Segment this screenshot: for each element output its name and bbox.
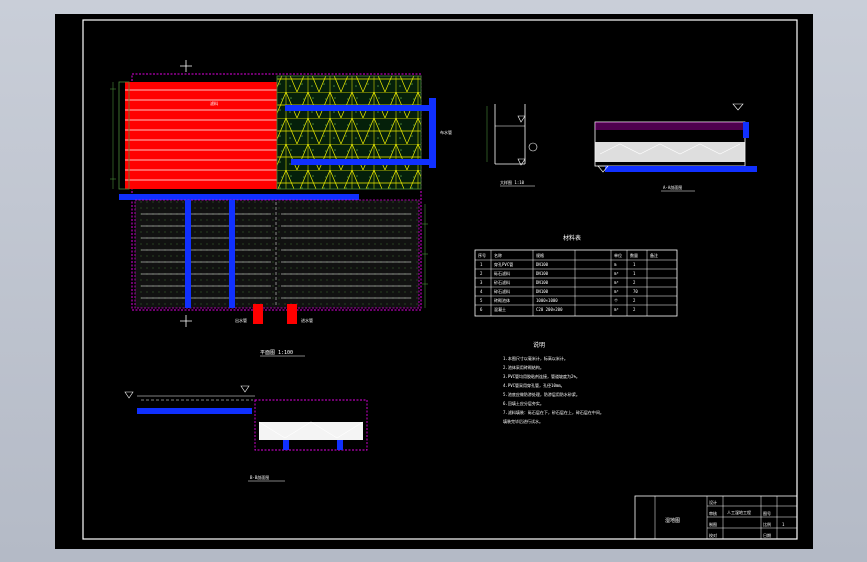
table-cell: 个 bbox=[614, 298, 618, 303]
lower-bed bbox=[134, 199, 420, 309]
left-outlet-label: 出水管 bbox=[235, 317, 247, 323]
table-cell: DN100 bbox=[536, 289, 549, 294]
section-right-pipe bbox=[605, 166, 757, 172]
table-cell: m³ bbox=[614, 271, 619, 276]
red-zone-label: 滤料 bbox=[210, 100, 218, 106]
table-cell: 1 bbox=[633, 271, 636, 276]
title-project: 人工湿地工程 bbox=[727, 509, 751, 515]
table-cell: C20 200×200 bbox=[536, 307, 563, 312]
plan-view: 滤料 出水管 进水管 布水管 平面图 1:100 bbox=[110, 60, 452, 357]
vertical-pipe-b bbox=[229, 200, 235, 308]
title-sheet: 1 bbox=[782, 522, 785, 527]
table-cell: 2 bbox=[633, 298, 636, 303]
notes-block: 说明 1.本图尺寸以毫米计，标高以米计。 2.池体采用砖砌结构。 3.PVC管均用胶… bbox=[503, 341, 604, 424]
section-bottom-caption: B-B剖面图 bbox=[250, 474, 269, 480]
table-header: 数量 bbox=[630, 252, 638, 258]
table-cell: 混凝土 bbox=[494, 306, 506, 312]
table-cell: 1 bbox=[633, 262, 636, 267]
red-filter-zone bbox=[125, 82, 277, 189]
table-cell: DN100 bbox=[536, 280, 549, 285]
detail-caption: 大样图 1:10 bbox=[500, 179, 525, 185]
riser-pipe bbox=[429, 98, 436, 168]
title-block: 湿地图 人工湿地工程 1 设计审核制图校对 图号比例日期 bbox=[634, 495, 798, 540]
cad-viewport[interactable]: 滤料 出水管 进水管 布水管 平面图 1:100 大样图 1:10 A-A剖面图… bbox=[55, 14, 813, 549]
outlet-box-right bbox=[287, 304, 297, 324]
table-cell: DN100 bbox=[536, 262, 549, 267]
table-cell: 2 bbox=[480, 271, 483, 276]
table-header: 单位 bbox=[614, 252, 622, 258]
section-bottom-pipe bbox=[137, 408, 252, 414]
title-block-field: 设计 bbox=[709, 499, 717, 505]
north-marker-bottom bbox=[180, 315, 192, 327]
table-cell: 2 bbox=[633, 280, 636, 285]
distribution-pipe-lower bbox=[291, 159, 431, 165]
north-marker-top bbox=[180, 60, 192, 72]
section-right-view: A-A剖面图 bbox=[594, 103, 757, 192]
title-block-field: 日期 bbox=[763, 532, 771, 538]
title-block-field: 制图 bbox=[709, 521, 717, 527]
table-cell: 4 bbox=[480, 289, 483, 294]
section-bottom-view: B-B剖面图 bbox=[124, 385, 368, 482]
table-cell: 6 bbox=[480, 307, 483, 312]
detail-view: 大样图 1:10 bbox=[486, 104, 538, 187]
title-block-field: 校对 bbox=[709, 532, 717, 538]
table-cell: 碎石滤料 bbox=[494, 288, 510, 294]
table-cell: m bbox=[614, 262, 617, 267]
table-cell: 砾石滤料 bbox=[494, 270, 510, 276]
table-cell: 1 bbox=[480, 262, 483, 267]
table-cell: 5 bbox=[480, 298, 483, 303]
table-header: 名称 bbox=[494, 252, 502, 258]
table-title: 材料表 bbox=[563, 234, 581, 242]
note-line: 7.滤料填装：砾石层在下，砂石层在上，碎石层在中间。 bbox=[503, 409, 604, 415]
note-line: 填装完毕后进行试水。 bbox=[503, 418, 543, 424]
title-block-field: 审核 bbox=[709, 510, 717, 516]
note-line: 1.本图尺寸以毫米计，标高以米计。 bbox=[503, 355, 568, 361]
table-header: 备注 bbox=[650, 252, 658, 258]
vertical-pipe-a bbox=[185, 200, 191, 308]
right-side-label: 布水管 bbox=[440, 129, 452, 135]
table-cell: 穿孔PVC管 bbox=[494, 261, 513, 267]
material-table: 材料表 序号 名称 规格 单位 数量 备注 1 穿孔PVC管 DN100 m 1 2 砾石滤料 DN100… bbox=[474, 234, 678, 317]
table-cell: 砖砌池体 bbox=[494, 297, 510, 303]
outlet-box-left bbox=[253, 304, 263, 324]
note-line: 2.池体采用砖砌结构。 bbox=[503, 364, 544, 370]
title-block-field: 比例 bbox=[763, 521, 771, 527]
table-cell: m³ bbox=[614, 307, 619, 312]
note-line: 3.PVC管均用胶粘剂连接，管道坡度为2%。 bbox=[503, 373, 580, 379]
table-cell: DN100 bbox=[536, 271, 549, 276]
plan-caption: 平面图 1:100 bbox=[260, 350, 293, 356]
collector-pipe bbox=[119, 194, 359, 200]
table-cell: 3 bbox=[480, 280, 483, 285]
truss-mesh-zone bbox=[276, 75, 422, 190]
title-drawing-name: 湿地图 bbox=[665, 517, 680, 524]
note-line: 5.池底应做防渗处理，防渗层用防水砂浆。 bbox=[503, 391, 580, 397]
note-line: 4.PVC管采用穿孔管，孔径10mm。 bbox=[503, 382, 565, 388]
table-header: 规格 bbox=[536, 252, 544, 258]
section-right-caption: A-A剖面图 bbox=[663, 184, 682, 190]
table-cell: 70 bbox=[633, 289, 638, 294]
title-block-field: 图号 bbox=[763, 510, 771, 516]
table-cell: m³ bbox=[614, 289, 619, 294]
distribution-pipe-upper bbox=[285, 105, 435, 111]
table-header: 序号 bbox=[478, 252, 486, 258]
note-line: 6.回填土应分层夯实。 bbox=[503, 400, 544, 406]
right-inlet-label: 进水管 bbox=[301, 317, 313, 323]
table-cell: 2 bbox=[633, 307, 636, 312]
cad-drawing-sheet[interactable]: 滤料 出水管 进水管 布水管 平面图 1:100 大样图 1:10 A-A剖面图… bbox=[55, 14, 813, 549]
table-cell: 1000×1000 bbox=[536, 298, 558, 303]
table-cell: 砂石滤料 bbox=[494, 279, 510, 285]
table-cell: m³ bbox=[614, 280, 619, 285]
notes-title: 说明 bbox=[533, 341, 545, 349]
